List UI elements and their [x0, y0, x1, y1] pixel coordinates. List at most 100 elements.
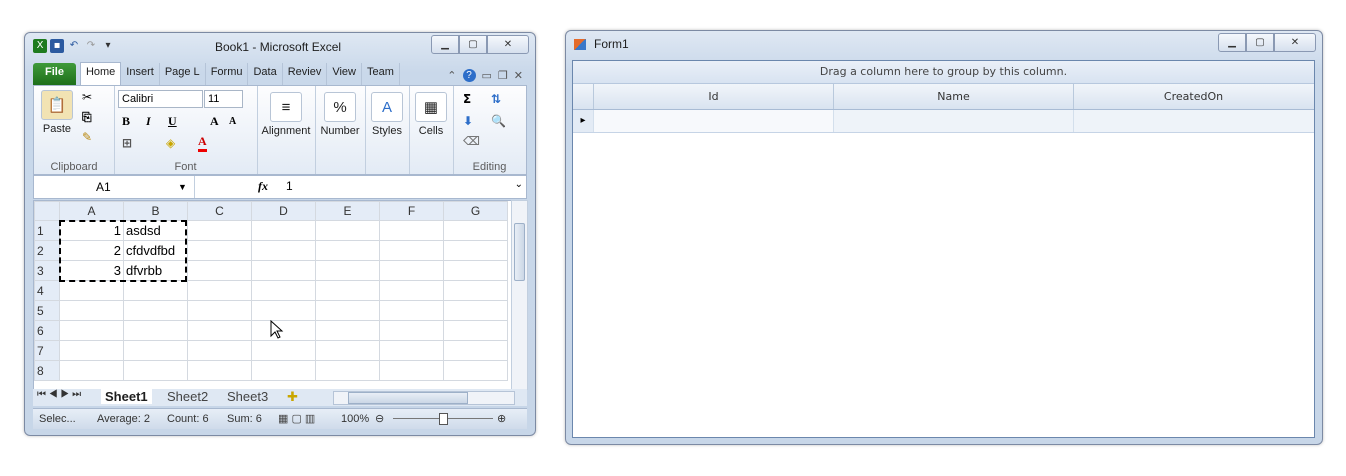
column-header-b[interactable]: B — [123, 201, 188, 221]
cell[interactable] — [379, 260, 444, 281]
column-header-d[interactable]: D — [251, 201, 316, 221]
minimize-button[interactable]: ▁ — [1218, 33, 1246, 52]
cell-b2[interactable]: cfdvdfbd — [123, 240, 188, 261]
doc-close-icon[interactable]: ✕ — [514, 69, 523, 82]
tab-insert[interactable]: Insert — [121, 63, 160, 85]
cell[interactable] — [251, 300, 316, 321]
new-row-name-cell[interactable] — [834, 110, 1074, 132]
cell[interactable] — [59, 300, 124, 321]
cell[interactable] — [443, 260, 508, 281]
column-header-a[interactable]: A — [59, 201, 124, 221]
cell[interactable] — [443, 300, 508, 321]
cell[interactable] — [315, 240, 380, 261]
grow-font-button[interactable]: A — [210, 114, 219, 129]
cell-b3[interactable]: dfvrbb — [123, 260, 188, 281]
new-row[interactable]: ▸ — [573, 110, 1314, 133]
styles-group[interactable]: A Styles — [365, 86, 410, 174]
cell[interactable] — [187, 240, 252, 261]
cell[interactable] — [379, 360, 444, 381]
cell[interactable] — [187, 300, 252, 321]
fill-icon[interactable]: ⬇ — [463, 114, 473, 128]
tab-review[interactable]: Reviev — [283, 63, 328, 85]
cell[interactable] — [123, 300, 188, 321]
maximize-button[interactable]: ▢ — [459, 35, 487, 54]
doc-minimize-icon[interactable]: ▭ — [482, 69, 492, 82]
cell[interactable] — [251, 360, 316, 381]
new-row-id-cell[interactable] — [594, 110, 834, 132]
tab-formulas[interactable]: Formu — [206, 63, 249, 85]
cell[interactable] — [123, 340, 188, 361]
cell[interactable] — [379, 300, 444, 321]
row-header[interactable]: 8 — [34, 360, 60, 381]
cell[interactable] — [315, 300, 380, 321]
cell[interactable] — [123, 280, 188, 301]
undo-icon[interactable]: ↶ — [67, 39, 81, 53]
cell[interactable] — [59, 280, 124, 301]
cell[interactable] — [59, 360, 124, 381]
cut-icon[interactable]: ✂ — [82, 90, 92, 104]
help-icon[interactable]: ? — [462, 69, 476, 82]
tab-data[interactable]: Data — [248, 63, 283, 85]
alignment-group[interactable]: ≡ Alignment — [257, 86, 316, 174]
vertical-scrollbar[interactable] — [511, 200, 528, 390]
column-header-c[interactable]: C — [187, 201, 252, 221]
bold-button[interactable]: B — [122, 114, 130, 129]
redo-icon[interactable]: ↷ — [84, 39, 98, 53]
row-header[interactable]: 2 — [34, 240, 60, 261]
cell[interactable] — [59, 320, 124, 341]
sheet-nav-arrows-icon[interactable]: ⏮ ◀ ▶ ⏭ — [33, 389, 85, 400]
copy-icon[interactable]: ⎘ — [82, 110, 92, 125]
styles-button[interactable]: A Styles — [365, 92, 409, 137]
minimize-ribbon-icon[interactable]: ⌃ — [447, 69, 456, 82]
horizontal-scroll-thumb[interactable] — [348, 392, 468, 404]
row-header[interactable]: 6 — [34, 320, 60, 341]
minimize-button[interactable]: ▁ — [431, 35, 459, 54]
customize-qat-icon[interactable]: ▾ — [101, 39, 115, 53]
cell[interactable] — [443, 240, 508, 261]
tab-file[interactable]: File — [33, 63, 76, 85]
name-box[interactable]: A1 ▼ — [34, 176, 195, 198]
zoom-slider[interactable] — [393, 413, 493, 425]
cell[interactable] — [315, 280, 380, 301]
cell[interactable] — [187, 260, 252, 281]
clear-icon[interactable]: ⌫ — [463, 134, 480, 148]
row-header[interactable]: 4 — [34, 280, 60, 301]
name-box-dropdown-icon[interactable]: ▼ — [178, 176, 187, 198]
cell[interactable] — [379, 240, 444, 261]
cell[interactable] — [187, 220, 252, 241]
insert-sheet-icon[interactable]: ✚ — [283, 389, 302, 405]
cell[interactable] — [379, 220, 444, 241]
cell[interactable] — [379, 340, 444, 361]
formula-input[interactable]: 1 — [286, 179, 293, 193]
zoom-in-icon[interactable]: ⊕ — [497, 409, 506, 429]
cells-group[interactable]: ▦ Cells — [409, 86, 454, 174]
new-row-createdon-cell[interactable] — [1074, 110, 1313, 132]
expand-formula-bar-icon[interactable]: ⌄ — [515, 179, 523, 190]
sheet-tab-2[interactable]: Sheet2 — [163, 389, 212, 404]
cell[interactable] — [443, 320, 508, 341]
italic-button[interactable]: I — [146, 114, 151, 129]
worksheet-grid[interactable]: A B C D E F G 1 1 asdsd 2 2 cfdvdfbd 3 3 dfvrb… — [33, 200, 512, 390]
column-header-g[interactable]: G — [443, 201, 508, 221]
tab-view[interactable]: View — [327, 63, 362, 85]
cell[interactable] — [379, 320, 444, 341]
cell[interactable] — [443, 340, 508, 361]
cell[interactable] — [59, 340, 124, 361]
cell-a3[interactable]: 3 — [59, 260, 124, 281]
paste-button[interactable]: 📋 Paste — [38, 90, 76, 135]
save-icon[interactable]: ▪ — [50, 39, 64, 53]
cell[interactable] — [315, 260, 380, 281]
sort-filter-icon[interactable]: ⇅ — [491, 92, 501, 106]
row-header[interactable]: 3 — [34, 260, 60, 281]
cell[interactable] — [187, 340, 252, 361]
cell[interactable] — [187, 280, 252, 301]
cell[interactable] — [123, 360, 188, 381]
horizontal-scrollbar[interactable] — [333, 391, 515, 405]
alignment-button[interactable]: ≡ Alignment — [257, 92, 315, 137]
find-select-icon[interactable]: 🔍 — [491, 114, 506, 128]
font-size-select[interactable]: 11 — [204, 90, 243, 108]
column-header-e[interactable]: E — [315, 201, 380, 221]
cell[interactable] — [443, 360, 508, 381]
tab-team[interactable]: Team — [362, 63, 400, 85]
fill-color-icon[interactable]: ◈ — [166, 136, 175, 150]
